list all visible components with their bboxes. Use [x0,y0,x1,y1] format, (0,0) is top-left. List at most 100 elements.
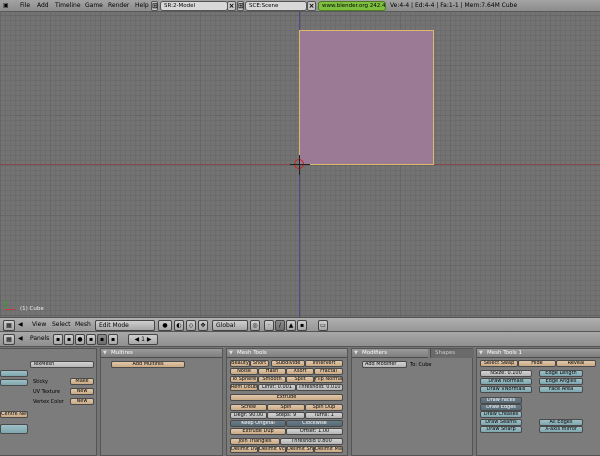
mesh-tools-title[interactable]: Mesh Tools [227,349,347,358]
scene-tab-icon[interactable]: ▪ [108,334,118,345]
screen-name-field[interactable]: SR:2-Model [160,1,228,11]
screen-close-button[interactable]: × [227,1,236,11]
clockwise-toggle[interactable]: Clockwise [286,420,343,427]
draw-type-icon[interactable]: ● [158,320,172,331]
draw-edges-toggle[interactable]: Draw Edges [480,404,522,411]
scene-name-field[interactable]: SCE:Scene [245,1,307,11]
turns-field[interactable]: Turns: 1 [305,412,343,419]
editor-type-icon[interactable]: ▦ [3,320,15,331]
face-select-icon[interactable]: ▲ [286,320,296,331]
spin-button[interactable]: Spin [267,404,305,411]
mode-select[interactable]: Edit Mode [95,320,155,331]
menu-select[interactable]: Select [52,321,71,328]
beauty-toggle[interactable]: Beauty [230,360,250,367]
modifiers-title[interactable]: Modifiers [352,349,428,358]
add-multires-button[interactable]: Add Multires [111,361,185,368]
vertex-color-new-button[interactable]: New [70,398,94,405]
render-icon[interactable]: ▭ [318,320,328,331]
script-tab-icon[interactable]: ▪ [64,334,74,345]
mesh-face[interactable] [299,30,434,165]
add-modifier-menu[interactable]: Add Modifier [362,361,407,368]
orientation-select[interactable]: Global [212,320,248,331]
page-stepper[interactable]: ◀ 1 ▶ [128,334,158,345]
fractal-button[interactable]: Fractal [314,368,343,375]
short-toggle[interactable]: Short [250,360,269,367]
centre-new-button[interactable]: Centre New [0,411,28,418]
smooth-button[interactable]: Smooth [258,376,286,383]
menu-timeline[interactable]: Timeline [55,2,81,9]
proportional-icon[interactable]: ◎ [250,320,260,331]
window-type-icon[interactable]: ▣ [3,2,9,9]
pivot-icon[interactable]: ◇ [186,320,196,331]
draw-vnormals-toggle[interactable]: Draw VNormals [480,386,532,393]
draw-seams-toggle[interactable]: Draw Seams [480,419,522,426]
draw-normals-toggle[interactable]: Draw Normals [480,378,532,385]
edge-angles-toggle[interactable]: Edge Angles [539,378,583,385]
threshold-field[interactable]: Threshold: 0.010 [296,384,343,391]
menu-game[interactable]: Game [85,2,103,9]
edge-select-icon[interactable]: ∕ [275,320,285,331]
hash-button[interactable]: Hash [258,368,286,375]
face-area-toggle[interactable]: Face Area [539,386,583,393]
editing-tab-icon[interactable]: ▪ [97,334,107,345]
nsize-field[interactable]: NSize: 0.100 [480,370,532,377]
shading-icon[interactable]: ◐ [174,320,184,331]
scene-close-button[interactable]: × [307,1,316,11]
logic-tab-icon[interactable]: ▪ [53,334,63,345]
split-button[interactable]: Split [286,376,314,383]
vertex-select-icon[interactable]: · [264,320,274,331]
texmesh-field[interactable]: TexMesh [30,361,94,368]
offset-field[interactable]: Offset: 1.00 [286,428,343,435]
hide-button[interactable]: Hide [518,360,556,367]
flip-normals-button[interactable]: Flip Normals [314,376,343,383]
manipulator-icon[interactable]: ✥ [198,320,208,331]
draw-faces-toggle[interactable]: Draw Faces [480,397,522,404]
3d-viewport[interactable]: (1) Cube [0,12,600,317]
tab-shapes[interactable]: Shapes [430,349,474,358]
keep-original-toggle[interactable]: Keep Original [230,420,286,427]
extrude-dup-button[interactable]: Extrude Dup [230,428,286,435]
delimit-vcol-toggle[interactable]: Delimit Vcol [258,446,286,453]
scene-browse-icon[interactable]: ⊞ [237,1,244,11]
reveal-button[interactable]: Reveal [556,360,596,367]
delimit-sharp-toggle[interactable]: Delimit Sharp [286,446,314,453]
select-swap-button[interactable]: Select Swap [480,360,518,367]
material-slot-2[interactable] [0,379,28,386]
menu-help[interactable]: Help [135,2,149,9]
sticky-make-button[interactable]: Make [70,378,94,385]
collapse-icon[interactable]: ◀ [18,321,23,328]
spin-dup-button[interactable]: Spin Dup [305,404,343,411]
buttons-editor-type-icon[interactable]: ▦ [3,334,15,345]
shading-tab-icon[interactable]: ● [75,334,85,345]
draw-creases-toggle[interactable]: Draw Creases [480,411,522,418]
steps-field[interactable]: Steps: 9 [267,412,305,419]
innervert-button[interactable]: Innervert [305,360,343,367]
uv-texture-new-button[interactable]: New [70,388,94,395]
multires-title[interactable]: Multires [101,349,222,358]
mesh-tools1-title[interactable]: Mesh Tools 1 [477,349,600,358]
material-color-swatch[interactable] [0,424,28,434]
menu-view[interactable]: View [32,321,46,328]
join-triangles-button[interactable]: Join Triangles [230,438,280,445]
join-threshold-field[interactable]: Threshold 0.800 [280,438,343,445]
edge-length-toggle[interactable]: Edge Length [539,370,583,377]
all-edges-toggle[interactable]: All Edges [539,419,583,426]
delimit-mat-toggle[interactable]: Delimit Mat [314,446,343,453]
noise-button[interactable]: Noise [230,368,258,375]
menu-file[interactable]: File [20,2,30,9]
screw-button[interactable]: Screw [230,404,267,411]
occlude-icon[interactable]: ▪ [297,320,307,331]
rem-double-button[interactable]: Rem Double [230,384,258,391]
material-slot[interactable] [0,370,28,377]
panels-collapse-icon[interactable]: ◀ [18,335,23,342]
draw-sharp-toggle[interactable]: Draw Sharp [480,426,522,433]
menu-mesh[interactable]: Mesh [75,321,91,328]
subdivide-button[interactable]: Subdivide [271,360,305,367]
xsort-button[interactable]: Xsort [286,368,314,375]
menu-add[interactable]: Add [37,2,49,9]
xaxis-mirror-toggle[interactable]: X-axis mirror [539,426,583,433]
page-next-icon[interactable]: ▶ [145,336,152,343]
extrude-button[interactable]: Extrude [230,394,343,401]
delimit-uvs-toggle[interactable]: Delimit UVs [230,446,258,453]
degr-field[interactable]: Degr: 90.00 [230,412,267,419]
